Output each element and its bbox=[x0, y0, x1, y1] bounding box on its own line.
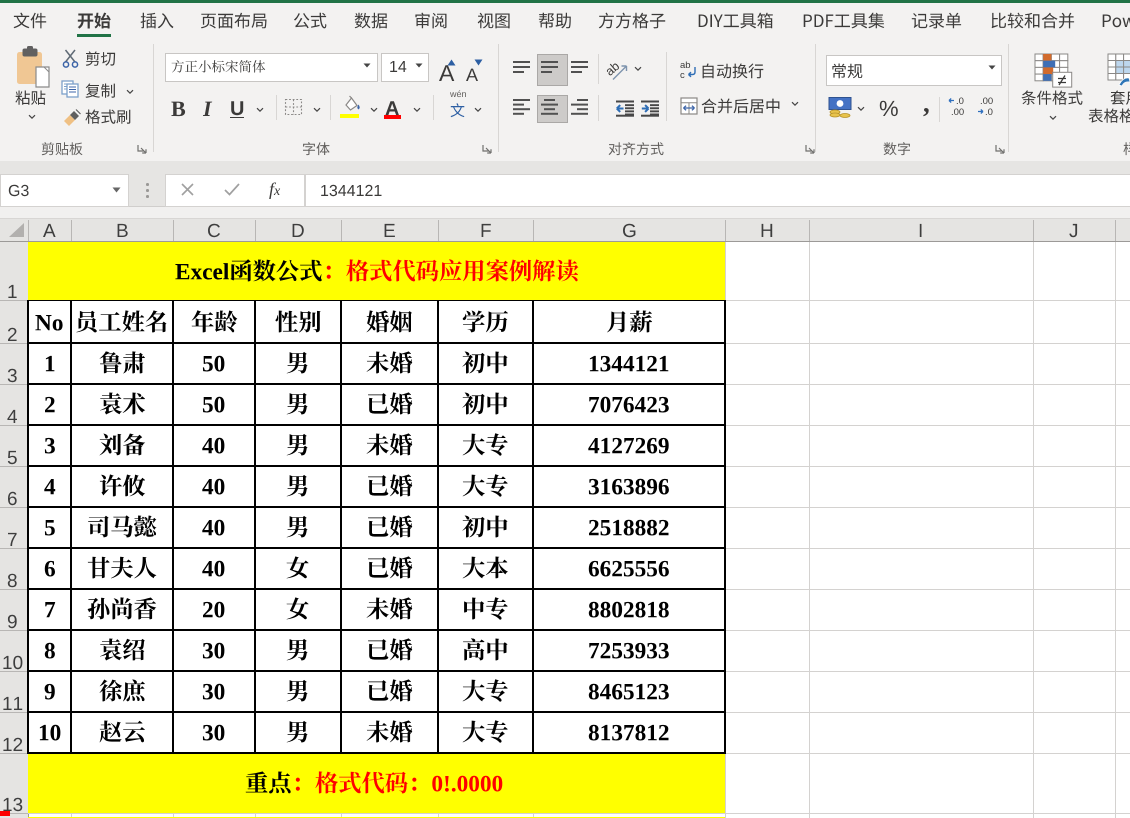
svg-text:.00: .00 bbox=[980, 96, 993, 107]
svg-text:.0: .0 bbox=[956, 96, 964, 107]
svg-text:ab: ab bbox=[606, 59, 622, 79]
svg-text:.00: .00 bbox=[951, 107, 964, 118]
svg-text:c: c bbox=[680, 70, 685, 79]
svg-text:.0: .0 bbox=[985, 107, 993, 118]
